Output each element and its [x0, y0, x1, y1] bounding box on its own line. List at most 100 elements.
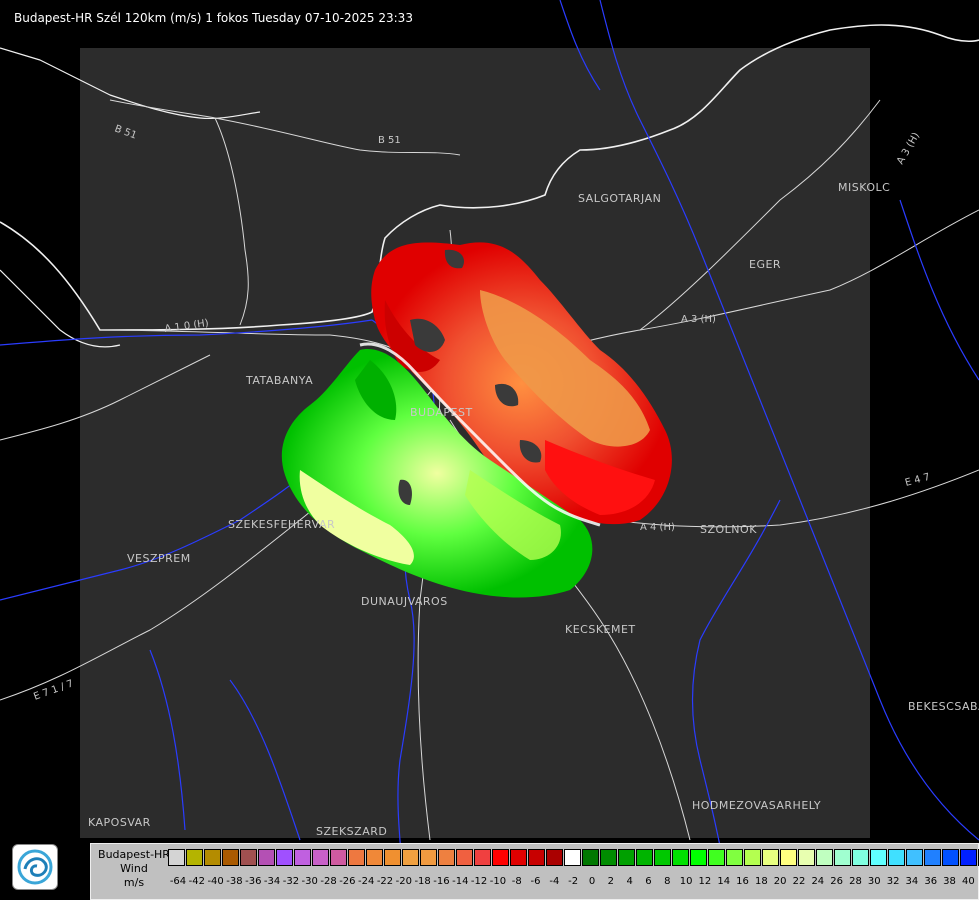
- legend-tick-label: 16: [736, 876, 749, 887]
- road-label: E 7 1 / 7: [32, 678, 75, 703]
- legend-tick-label: -2: [568, 876, 579, 887]
- legend-swatch: [186, 849, 203, 866]
- legend-tick-label: 6: [645, 876, 652, 887]
- legend-swatch: [582, 849, 599, 866]
- legend-swatch: [366, 849, 383, 866]
- city-label-bekescsaba: BEKESCSABA: [908, 700, 979, 713]
- legend-swatches: [168, 849, 979, 866]
- legend-swatch: [330, 849, 347, 866]
- legend-swatch: [222, 849, 239, 866]
- legend-swatch: [726, 849, 743, 866]
- legend-tick-label: -30: [301, 876, 318, 887]
- legend-swatch: [438, 849, 455, 866]
- legend-swatch: [816, 849, 833, 866]
- legend-tick-label: 10: [679, 876, 693, 887]
- legend-tick-label: 36: [924, 876, 938, 887]
- legend-swatch: [870, 849, 887, 866]
- legend-swatch: [402, 849, 419, 866]
- legend-tick-label: -4: [549, 876, 560, 887]
- legend-variable: Wind: [120, 862, 148, 875]
- legend-tick-label: -34: [263, 876, 281, 887]
- legend-swatch: [384, 849, 401, 866]
- legend-swatch: [654, 849, 671, 866]
- legend-tick-label: -32: [282, 876, 300, 887]
- radar-map-view: SALGOTARJAN MISKOLC EGER TATABANYA BUDAP…: [0, 0, 979, 900]
- legend-tick-label: 28: [849, 876, 862, 887]
- legend-swatch: [510, 849, 527, 866]
- legend-tick-label: -20: [395, 876, 412, 887]
- legend-tick-label: -8: [511, 876, 522, 887]
- legend-tick-label: 24: [811, 876, 825, 887]
- legend-tick-label: 34: [905, 876, 919, 887]
- legend-tick-label: -42: [188, 876, 205, 887]
- legend-swatch: [960, 849, 977, 866]
- radar-map: SALGOTARJAN MISKOLC EGER TATABANYA BUDAP…: [0, 0, 979, 900]
- legend-tick-label: 22: [792, 876, 806, 887]
- city-label-tatabanya: TATABANYA: [245, 374, 313, 387]
- radar-coverage-area: [80, 48, 870, 838]
- city-label-eger: EGER: [749, 258, 781, 271]
- legend-swatch: [888, 849, 905, 866]
- legend-swatch: [636, 849, 653, 866]
- legend-tick-label: -24: [358, 876, 375, 887]
- city-label-szekszard: SZEKSZARD: [316, 825, 387, 838]
- legend-tick-label: -28: [320, 876, 337, 887]
- legend-swatch: [942, 849, 959, 866]
- radar-product-title: Budapest-HR Szél 120km (m/s) 1 fokos Tue…: [14, 11, 413, 25]
- legend-swatch: [420, 849, 437, 866]
- legend-radar-name: Budapest-HR: [98, 848, 170, 861]
- legend-tick-label: -16: [433, 876, 450, 887]
- road-label: A 4 (H): [640, 522, 675, 533]
- city-label-szekesfehervar: SZEKESFEHERVAR: [228, 518, 335, 531]
- legend-swatch: [834, 849, 851, 866]
- legend-tick-label: 14: [717, 876, 731, 887]
- legend-tick-label: 32: [886, 876, 900, 887]
- legend-tick-label: -22: [376, 876, 394, 887]
- legend-title: Budapest-HR Wind m/s: [91, 848, 177, 890]
- legend-tick-label: -10: [489, 876, 507, 887]
- legend-tick-label: -6: [530, 876, 541, 887]
- legend-swatch: [906, 849, 923, 866]
- legend-swatch: [528, 849, 545, 866]
- city-label-budapest: BUDAPEST: [410, 406, 473, 419]
- legend-tick-label: 8: [664, 876, 671, 887]
- legend-swatch: [276, 849, 293, 866]
- legend-tick-label: 18: [754, 876, 768, 887]
- road-label: B 51: [378, 135, 401, 146]
- legend-tick-label: 2: [607, 876, 614, 887]
- legend-swatch: [348, 849, 365, 866]
- legend-tick-label: -36: [245, 876, 262, 887]
- legend-swatch: [546, 849, 563, 866]
- legend-tick-label: 4: [626, 876, 633, 887]
- legend-swatch: [780, 849, 797, 866]
- met-service-logo: [12, 844, 58, 890]
- legend-tick-label: 0: [588, 876, 596, 887]
- legend-swatch: [204, 849, 221, 866]
- legend-tick-label: -12: [470, 876, 488, 887]
- legend-swatch: [762, 849, 779, 866]
- legend-swatch: [492, 849, 509, 866]
- legend-swatch: [618, 849, 635, 866]
- legend-tick-label: 26: [830, 876, 843, 887]
- legend-tick-label: 12: [698, 876, 712, 887]
- city-label-kaposvar: KAPOSVAR: [88, 816, 151, 829]
- road-label: E 4 7: [904, 472, 931, 489]
- legend-tick-label: 40: [961, 876, 975, 887]
- city-label-szolnok: SZOLNOK: [700, 523, 757, 536]
- legend-swatch: [456, 849, 473, 866]
- road-label: A 3 (H): [681, 314, 716, 325]
- legend-tick-label: -40: [207, 876, 224, 887]
- legend-unit: m/s: [123, 876, 145, 889]
- legend-tick-label: 30: [867, 876, 881, 887]
- legend-swatch: [798, 849, 815, 866]
- swirl-logo-icon: [17, 849, 53, 885]
- legend-swatch: [690, 849, 707, 866]
- legend-tick-label: 20: [773, 876, 787, 887]
- legend-tick-label: 38: [943, 876, 956, 887]
- city-label-kecskemet: KECSKEMET: [565, 623, 636, 636]
- city-label-salgotarjan: SALGOTARJAN: [578, 192, 661, 205]
- legend-tick-label: -14: [452, 876, 469, 887]
- road-label: A 3 (H): [895, 131, 922, 167]
- legend-tick-label: -38: [226, 876, 243, 887]
- legend-swatch: [924, 849, 941, 866]
